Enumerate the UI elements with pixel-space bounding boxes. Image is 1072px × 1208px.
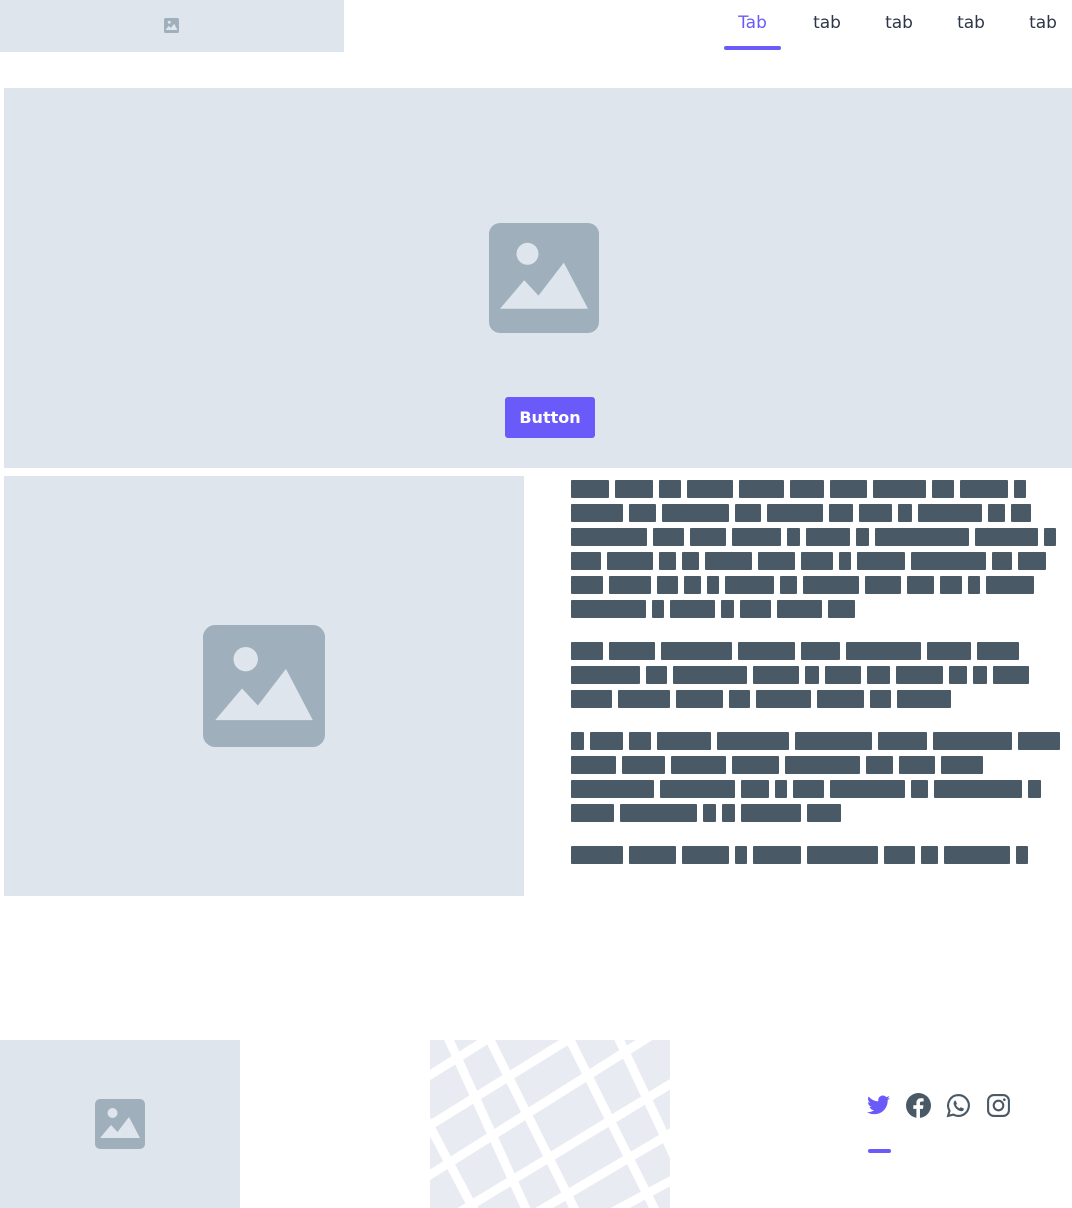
instagram-icon[interactable] bbox=[986, 1093, 1011, 1118]
hero-banner: Button bbox=[4, 88, 1072, 468]
tab-3[interactable]: tab bbox=[870, 0, 928, 50]
tab-2[interactable]: tab bbox=[798, 0, 856, 50]
paragraph bbox=[571, 846, 1061, 864]
text-block bbox=[571, 480, 1061, 888]
accent-underline bbox=[868, 1149, 891, 1153]
logo-placeholder[interactable] bbox=[0, 0, 344, 52]
facebook-icon[interactable] bbox=[906, 1093, 931, 1118]
map-placeholder[interactable] bbox=[430, 1040, 670, 1208]
whatsapp-icon[interactable] bbox=[946, 1093, 971, 1118]
image-placeholder-icon bbox=[489, 223, 599, 333]
twitter-icon[interactable] bbox=[866, 1093, 891, 1118]
tab-bar: Tab tab tab tab tab bbox=[724, 0, 1072, 52]
image-placeholder-icon bbox=[164, 18, 179, 33]
hero-button[interactable]: Button bbox=[505, 397, 595, 438]
tab-4[interactable]: tab bbox=[942, 0, 1000, 50]
image-placeholder-icon bbox=[203, 625, 325, 747]
paragraph bbox=[571, 732, 1061, 822]
image-placeholder-icon bbox=[95, 1099, 145, 1149]
paragraph bbox=[571, 642, 1061, 708]
social-links bbox=[866, 1093, 1011, 1118]
tab-1[interactable]: Tab bbox=[724, 0, 781, 50]
footer-image bbox=[0, 1040, 240, 1208]
content-image bbox=[4, 476, 524, 896]
paragraph bbox=[571, 480, 1061, 618]
tab-5[interactable]: tab bbox=[1014, 0, 1072, 50]
